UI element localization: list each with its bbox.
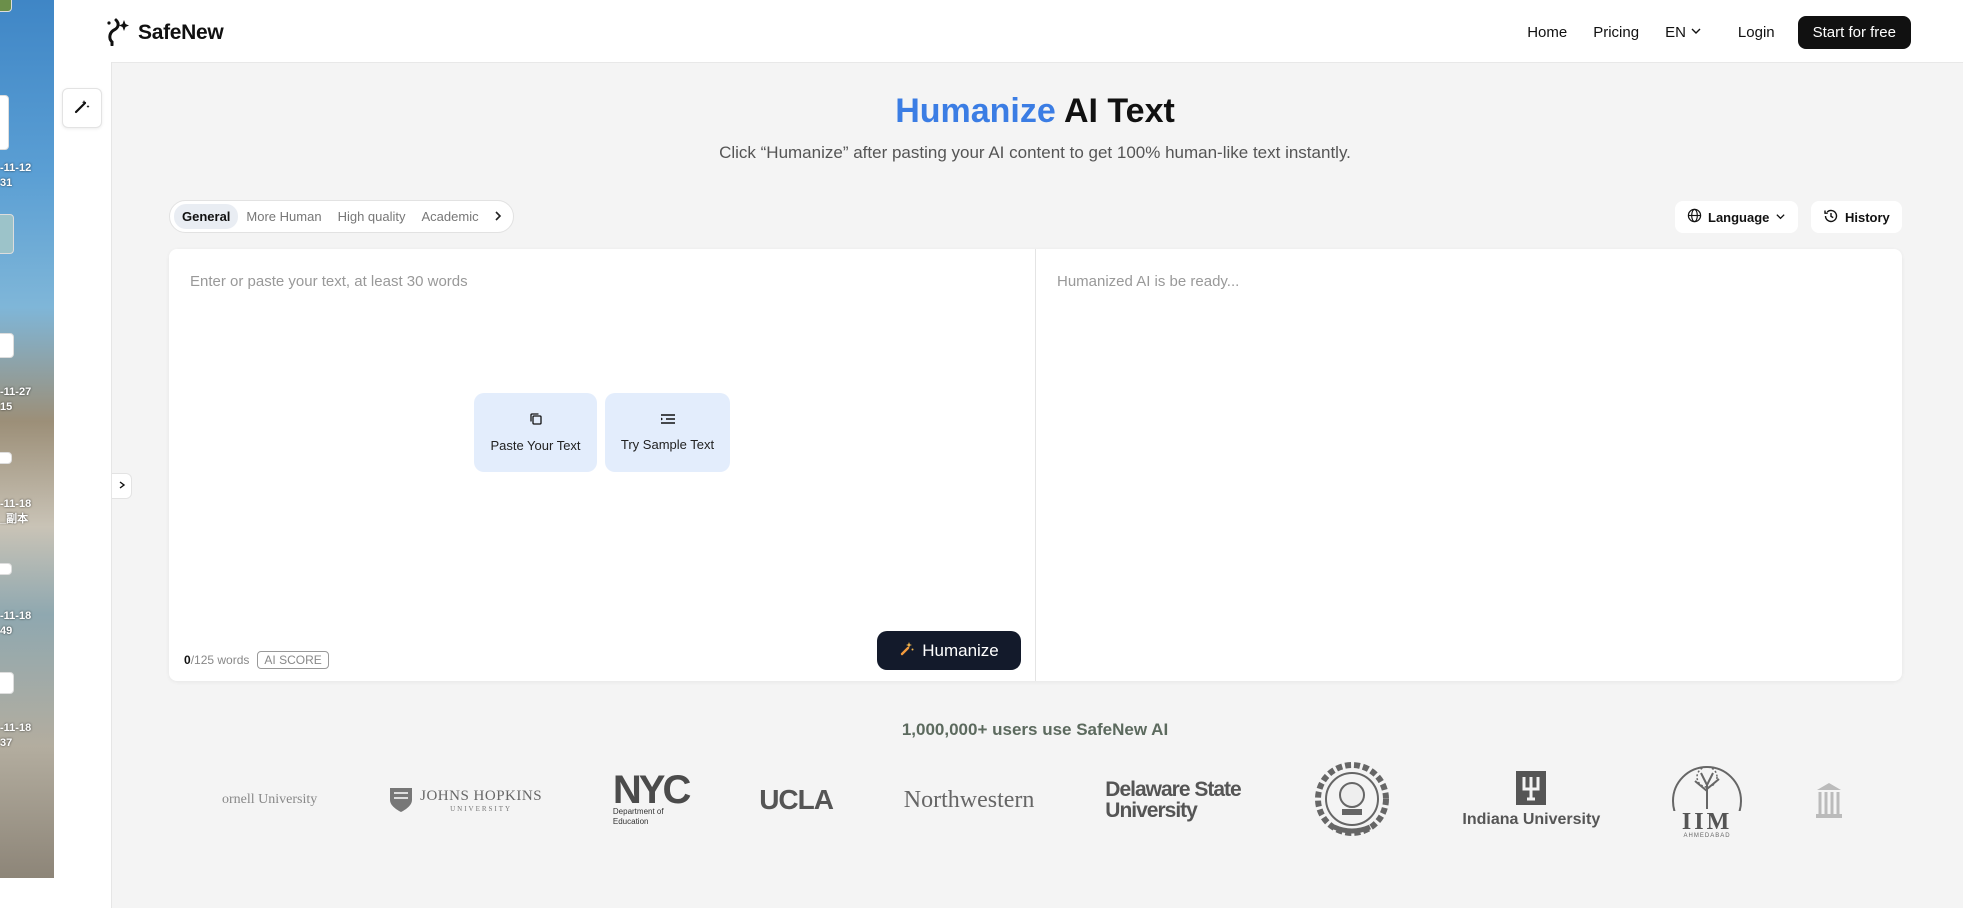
johns-hopkins-logo: Johns Hopkins UNIVERSITY (388, 786, 542, 814)
safenew-logo-icon (102, 14, 132, 51)
word-counter: 0/125 words AI SCORE (184, 651, 329, 669)
iit-seal-logo (1312, 761, 1392, 839)
page-title: Humanize AI Text (0, 92, 1963, 131)
desktop-file-thumbnail[interactable] (0, 452, 12, 464)
cornell-logo: ornell University (222, 792, 318, 807)
nav-home-link[interactable]: Home (1527, 24, 1567, 41)
chevron-right-icon (117, 479, 127, 493)
try-sample-button[interactable]: Try Sample Text (605, 393, 730, 472)
users-count-text: 1,000,000+ users use SafeNew AI (901, 720, 1169, 739)
language-code: EN (1665, 24, 1686, 41)
nav-login-link[interactable]: Login (1738, 24, 1775, 41)
top-navbar: SafeNew Home Pricing EN Login Start for … (54, 0, 1963, 63)
delaware-state-logo: Delaware State University (1105, 778, 1241, 822)
sparkle-icon (899, 640, 915, 661)
paste-text-label: Paste Your Text (490, 438, 581, 453)
desktop-file-thumbnail[interactable] (0, 672, 14, 694)
desktop-file-thumbnail[interactable] (0, 333, 14, 358)
desktop-file-label[interactable]: -11-18 _副本 (0, 497, 31, 527)
nyc-doe-logo: NYC Department of Education (612, 768, 691, 826)
university-logos-strip: ornell University Johns Hopkins UNIVERSI… (222, 760, 1844, 840)
indiana-university-logo: Indiana University (1462, 771, 1600, 829)
desktop-file-thumbnail[interactable] (0, 563, 12, 575)
tab-academic[interactable]: Academic (414, 204, 487, 229)
desktop-file-label[interactable]: -11-18 49 (0, 609, 31, 639)
title-rest: AI Text (1055, 92, 1175, 130)
language-dropdown[interactable]: EN (1665, 24, 1702, 41)
ai-score-badge[interactable]: AI SCORE (257, 651, 329, 669)
word-limit: /125 words (190, 653, 250, 667)
iim-tree-icon (1672, 766, 1743, 811)
pane-divider (1035, 249, 1036, 681)
desktop-background: -11-12 31 -11-27 15 -11-18 _副本 -11-18 49… (0, 0, 54, 878)
brand-logo[interactable]: SafeNew (102, 14, 224, 51)
output-area: Humanized AI is be ready... (1057, 273, 1240, 290)
history-button[interactable]: History (1811, 201, 1902, 233)
desktop-file-thumbnail[interactable] (0, 214, 14, 254)
columns-building-icon (1815, 783, 1842, 818)
tab-more-human[interactable]: More Human (238, 204, 329, 229)
tab-high-quality[interactable]: High quality (330, 204, 414, 229)
iit-seal-icon (1314, 762, 1389, 836)
history-icon (1823, 208, 1839, 227)
left-sidebar (54, 62, 112, 908)
start-for-free-button[interactable]: Start for free (1797, 16, 1911, 49)
desktop-file-thumbnail[interactable] (0, 0, 12, 12)
partial-university-logo (1814, 780, 1844, 820)
try-sample-label: Try Sample Text (620, 437, 715, 452)
humanize-button[interactable]: Humanize (877, 631, 1021, 670)
input-textarea[interactable]: Enter or paste your text, at least 30 wo… (190, 273, 468, 290)
language-label: Language (1708, 209, 1770, 225)
history-label: History (1845, 209, 1890, 225)
tabs-scroll-right-icon[interactable] (489, 209, 507, 225)
sidebar-expand-toggle[interactable] (112, 473, 132, 499)
page-subtitle: Click “Humanize” after pasting your AI c… (719, 143, 1351, 162)
word-count-value: 0 (184, 653, 191, 667)
northwestern-logo: Northwestern (903, 786, 1035, 813)
text-lines-icon (660, 413, 676, 428)
brand-name: SafeNew (138, 20, 224, 44)
iim-ahmedabad-logo: IIM AHMEDABAD (1671, 761, 1743, 839)
humanizer-editor: Enter or paste your text, at least 30 wo… (169, 249, 1902, 681)
chevron-down-icon (1775, 210, 1786, 225)
desktop-file-label[interactable]: -11-12 31 (0, 161, 31, 191)
ucla-logo: UCLA (759, 784, 834, 815)
humanize-label: Humanize (922, 640, 999, 660)
paste-text-button[interactable]: Paste Your Text (474, 393, 597, 472)
globe-icon (1687, 208, 1702, 226)
mode-tabs: General More Human High quality Academic (169, 200, 514, 233)
title-accent: Humanize (895, 92, 1056, 130)
main-nav: Home Pricing EN Login Start for free (1527, 16, 1911, 49)
nav-pricing-link[interactable]: Pricing (1593, 24, 1639, 41)
desktop-gap (0, 878, 54, 908)
johns-hopkins-shield-icon (390, 788, 413, 812)
desktop-file-label[interactable]: -11-27 15 (0, 385, 31, 415)
indiana-trident-icon (1516, 771, 1547, 805)
output-language-select[interactable]: Language (1675, 201, 1799, 233)
tab-general[interactable]: General (174, 204, 239, 229)
chevron-down-icon (1690, 24, 1702, 41)
clipboard-copy-icon (529, 412, 543, 429)
